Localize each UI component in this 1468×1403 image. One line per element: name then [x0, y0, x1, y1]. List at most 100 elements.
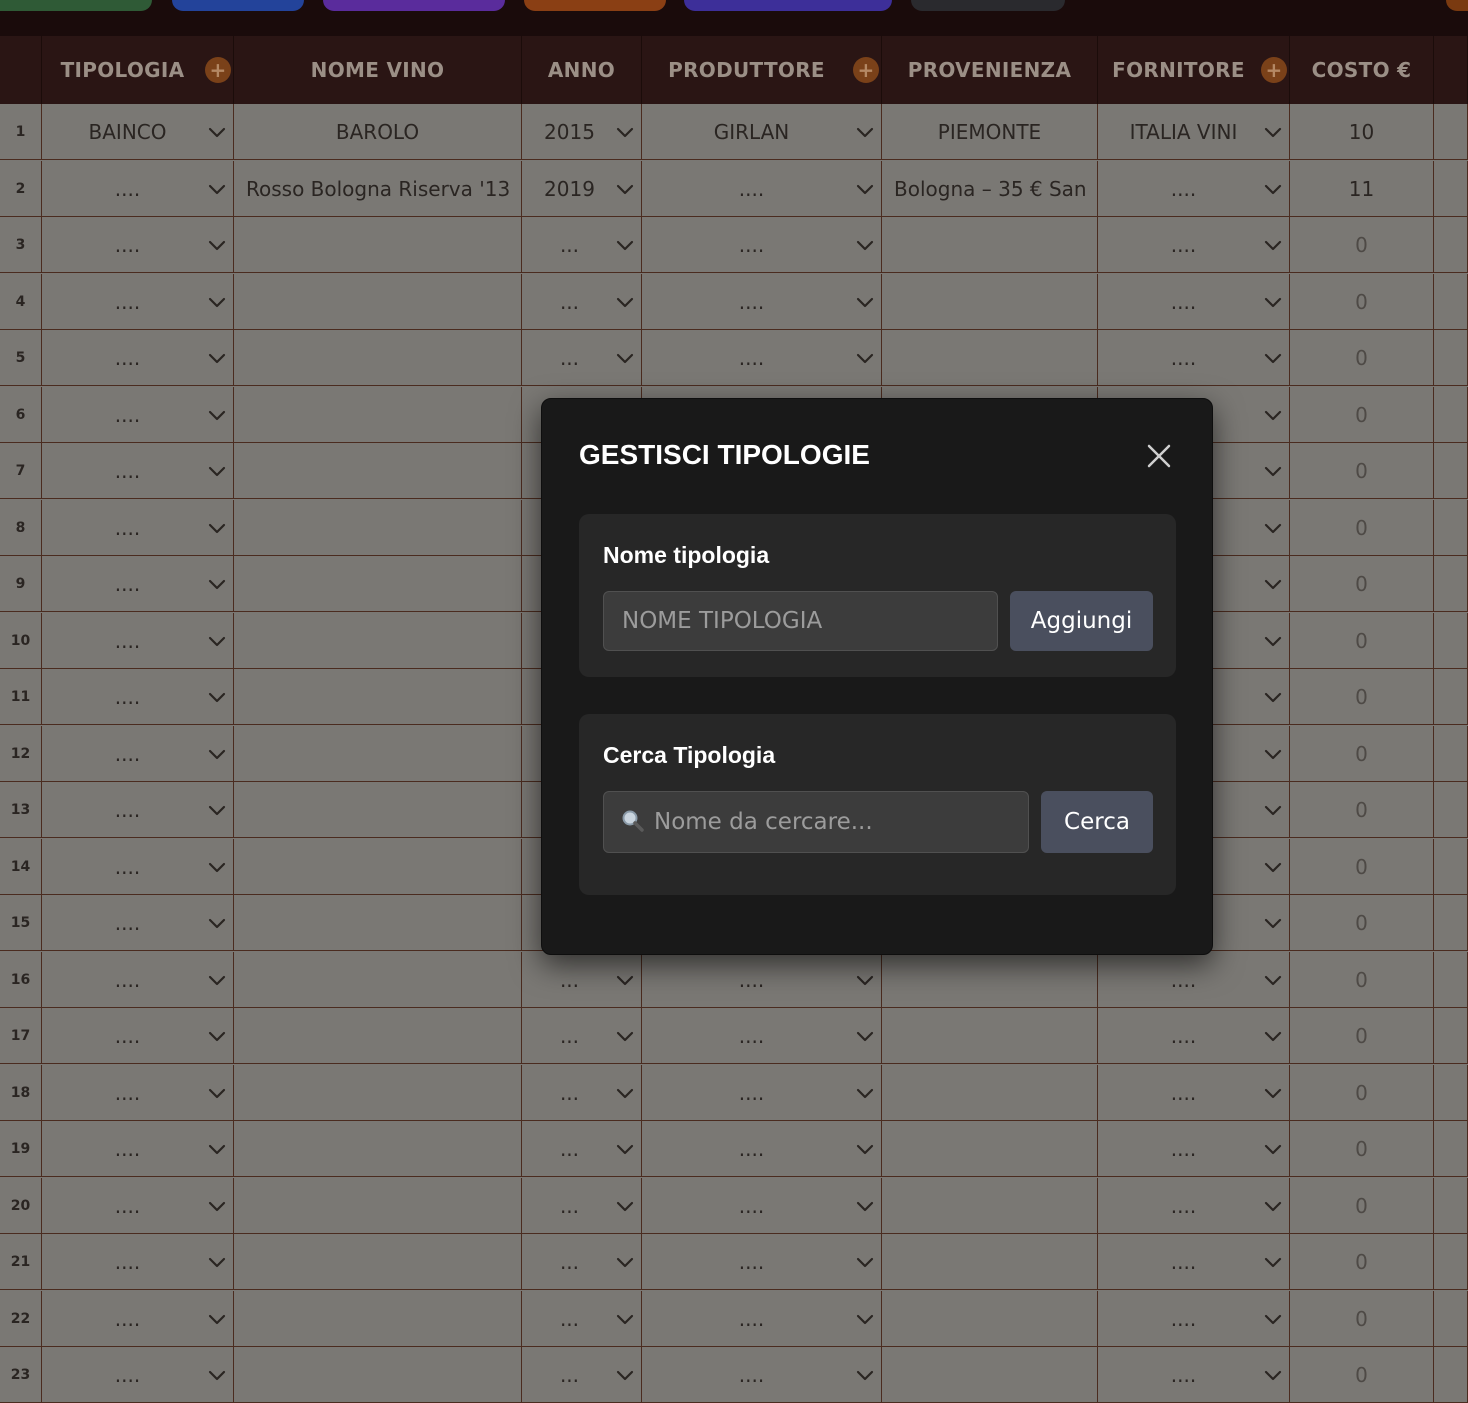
search-input[interactable] — [603, 791, 1029, 853]
chevron-down-icon[interactable] — [615, 1083, 635, 1103]
cell-tipologia[interactable]: .... — [42, 838, 234, 895]
cell-nome[interactable] — [234, 1121, 522, 1177]
chevron-down-icon[interactable] — [855, 122, 875, 142]
cell-costo[interactable]: 0 — [1290, 443, 1434, 499]
chevron-down-icon[interactable] — [1263, 913, 1283, 933]
type-name-input[interactable] — [603, 591, 998, 651]
chevron-down-icon[interactable] — [615, 1196, 635, 1216]
cell-tipologia[interactable]: .... — [42, 160, 234, 217]
chevron-down-icon[interactable] — [207, 348, 227, 368]
cell-nome[interactable] — [234, 273, 522, 330]
cell-nome[interactable] — [234, 951, 522, 1008]
cell-produttore[interactable]: .... — [642, 1121, 882, 1177]
toolbar-button-7[interactable] — [1446, 0, 1468, 11]
cell-tipologia[interactable]: .... — [42, 217, 234, 273]
cell-tipologia[interactable]: .... — [42, 330, 234, 386]
chevron-down-icon[interactable] — [615, 1309, 635, 1329]
cell-fornitore[interactable]: .... — [1098, 1064, 1290, 1121]
chevron-down-icon[interactable] — [1263, 122, 1283, 142]
cell-anno[interactable]: ... — [522, 217, 642, 273]
cell-nome[interactable] — [234, 386, 522, 443]
chevron-down-icon[interactable] — [855, 348, 875, 368]
cell-produttore[interactable]: .... — [642, 330, 882, 386]
cell-costo[interactable]: 0 — [1290, 1121, 1434, 1177]
cell-provenienza[interactable] — [882, 1234, 1098, 1290]
cell-costo[interactable]: 0 — [1290, 499, 1434, 556]
cell-provenienza[interactable] — [882, 330, 1098, 386]
cell-anno[interactable]: ... — [522, 1008, 642, 1064]
cell-costo[interactable]: 0 — [1290, 895, 1434, 951]
cell-provenienza[interactable] — [882, 217, 1098, 273]
cell-costo[interactable]: 0 — [1290, 725, 1434, 782]
chevron-down-icon[interactable] — [207, 857, 227, 877]
cell-costo[interactable]: 0 — [1290, 1008, 1434, 1064]
chevron-down-icon[interactable] — [615, 1365, 635, 1385]
chevron-down-icon[interactable] — [207, 574, 227, 594]
chevron-down-icon[interactable] — [207, 800, 227, 820]
cell-tipologia[interactable]: .... — [42, 556, 234, 612]
cell-produttore[interactable]: .... — [642, 1290, 882, 1347]
chevron-down-icon[interactable] — [1263, 970, 1283, 990]
cell-fornitore[interactable]: .... — [1098, 160, 1290, 217]
cell-tipologia[interactable]: .... — [42, 782, 234, 838]
cell-anno[interactable]: ... — [522, 951, 642, 1008]
cell-tipologia[interactable]: .... — [42, 386, 234, 443]
cell-tipologia[interactable]: .... — [42, 1008, 234, 1064]
chevron-down-icon[interactable] — [1263, 857, 1283, 877]
chevron-down-icon[interactable] — [1263, 1252, 1283, 1272]
cell-costo[interactable]: 0 — [1290, 330, 1434, 386]
cell-anno[interactable]: 2015 — [522, 104, 642, 160]
chevron-down-icon[interactable] — [1263, 1309, 1283, 1329]
cell-costo[interactable]: 11 — [1290, 160, 1434, 217]
cell-nome[interactable]: Rosso Bologna Riserva '13 — [234, 160, 522, 217]
cell-provenienza[interactable]: PIEMONTE — [882, 104, 1098, 160]
add-fornitore-icon[interactable]: + — [1261, 57, 1287, 83]
chevron-down-icon[interactable] — [207, 235, 227, 255]
cell-nome[interactable] — [234, 725, 522, 782]
cell-provenienza[interactable] — [882, 1121, 1098, 1177]
cell-tipologia[interactable]: .... — [42, 1234, 234, 1290]
chevron-down-icon[interactable] — [1263, 1139, 1283, 1159]
cell-produttore[interactable]: .... — [642, 273, 882, 330]
add-produttore-icon[interactable]: + — [853, 57, 879, 83]
chevron-down-icon[interactable] — [1263, 348, 1283, 368]
cell-anno[interactable]: ... — [522, 273, 642, 330]
add-button[interactable]: Aggiungi — [1010, 591, 1153, 651]
cell-anno[interactable]: 2019 — [522, 160, 642, 217]
cell-tipologia[interactable]: .... — [42, 499, 234, 556]
cell-fornitore[interactable]: .... — [1098, 330, 1290, 386]
chevron-down-icon[interactable] — [855, 1026, 875, 1046]
cell-provenienza[interactable] — [882, 1347, 1098, 1403]
cell-costo[interactable]: 0 — [1290, 386, 1434, 443]
cell-fornitore[interactable]: ITALIA VINI — [1098, 104, 1290, 160]
cell-fornitore[interactable]: .... — [1098, 273, 1290, 330]
chevron-down-icon[interactable] — [207, 631, 227, 651]
cell-produttore[interactable]: .... — [642, 1177, 882, 1234]
chevron-down-icon[interactable] — [207, 461, 227, 481]
cell-nome[interactable]: BAROLO — [234, 104, 522, 160]
chevron-down-icon[interactable] — [207, 1196, 227, 1216]
chevron-down-icon[interactable] — [207, 1365, 227, 1385]
chevron-down-icon[interactable] — [207, 1309, 227, 1329]
cell-fornitore[interactable]: .... — [1098, 217, 1290, 273]
toolbar-button-3[interactable] — [323, 0, 505, 11]
chevron-down-icon[interactable] — [855, 1365, 875, 1385]
chevron-down-icon[interactable] — [615, 1139, 635, 1159]
chevron-down-icon[interactable] — [855, 1083, 875, 1103]
chevron-down-icon[interactable] — [207, 1139, 227, 1159]
cell-provenienza[interactable]: Bologna – 35 € San — [882, 160, 1098, 217]
cell-costo[interactable]: 10 — [1290, 104, 1434, 160]
cell-provenienza[interactable] — [882, 1290, 1098, 1347]
chevron-down-icon[interactable] — [1263, 179, 1283, 199]
cell-tipologia[interactable]: .... — [42, 1347, 234, 1403]
chevron-down-icon[interactable] — [1263, 235, 1283, 255]
chevron-down-icon[interactable] — [615, 348, 635, 368]
chevron-down-icon[interactable] — [615, 235, 635, 255]
cell-anno[interactable]: ... — [522, 330, 642, 386]
cell-costo[interactable]: 0 — [1290, 612, 1434, 669]
chevron-down-icon[interactable] — [207, 1026, 227, 1046]
toolbar-button-2[interactable] — [172, 0, 304, 11]
chevron-down-icon[interactable] — [855, 1139, 875, 1159]
cell-produttore[interactable]: .... — [642, 217, 882, 273]
cell-produttore[interactable]: .... — [642, 1347, 882, 1403]
